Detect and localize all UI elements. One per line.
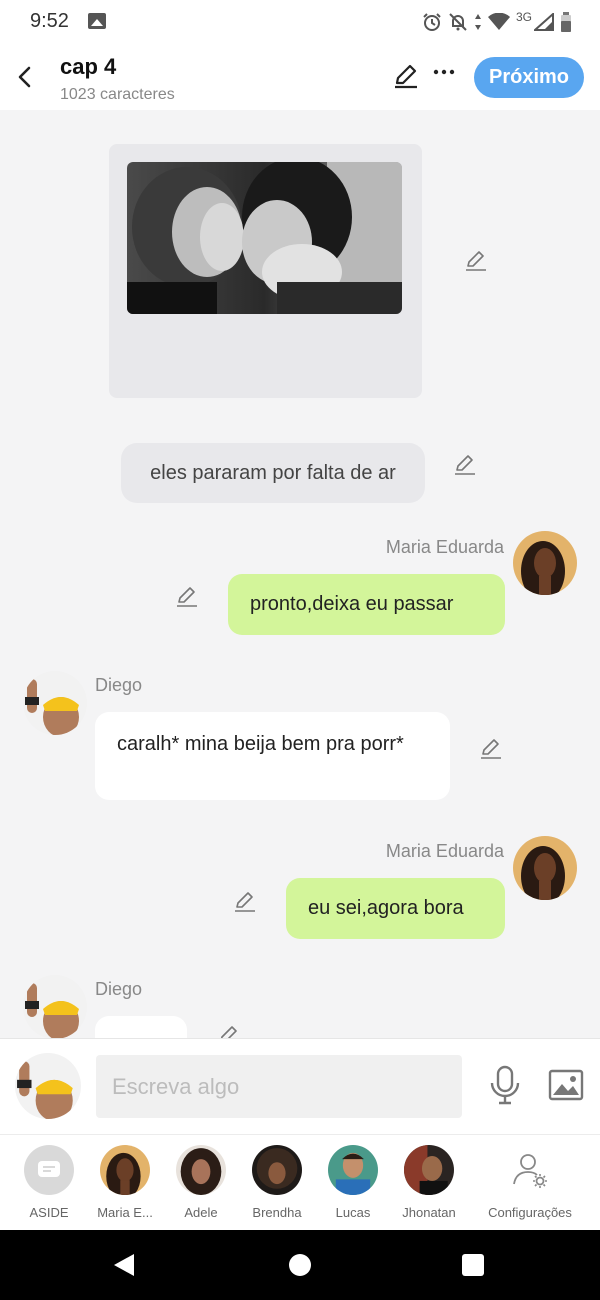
more-horizontal-icon xyxy=(433,69,455,75)
more-options-button[interactable] xyxy=(430,58,458,86)
system-navigation-bar xyxy=(0,1230,600,1300)
edit-title-button[interactable] xyxy=(392,62,420,95)
chat-area[interactable]: eles pararam por falta de ar Maria Eduar… xyxy=(0,110,600,1038)
character-label: Lucas xyxy=(335,1205,371,1220)
edit-message-icon[interactable] xyxy=(232,888,258,914)
edit-message-icon[interactable] xyxy=(216,1022,242,1038)
message-input[interactable] xyxy=(96,1055,462,1118)
character-label: Configurações xyxy=(488,1205,572,1220)
kiss-photo[interactable] xyxy=(127,162,402,314)
selected-character-avatar[interactable] xyxy=(15,1053,81,1119)
character-label: Jhonatan xyxy=(402,1205,456,1220)
character-label: Maria E... xyxy=(97,1205,153,1220)
nav-home-icon[interactable] xyxy=(289,1254,311,1276)
character-avatar xyxy=(100,1145,150,1195)
character-bar: ASIDE Maria E... Adele Brendha Lucas Jho… xyxy=(0,1134,600,1230)
edit-message-icon[interactable] xyxy=(452,451,478,477)
settings-button[interactable]: Configurações xyxy=(480,1145,580,1220)
voice-button[interactable] xyxy=(488,1065,522,1110)
sender-name: Maria Eduarda xyxy=(385,537,504,557)
signal-icon xyxy=(534,13,554,31)
message-composer xyxy=(0,1038,600,1134)
avatar-image xyxy=(252,1145,302,1195)
avatar-image xyxy=(100,1145,150,1195)
nav-recents-icon[interactable] xyxy=(462,1254,484,1276)
character-avatar xyxy=(176,1145,226,1195)
message-bubble[interactable]: caralh* mina beija bem pra porr* xyxy=(95,712,450,800)
wifi-icon xyxy=(487,13,510,30)
character-brendha[interactable]: Brendha xyxy=(239,1145,315,1220)
avatar-image xyxy=(15,1053,81,1119)
character-label: Adele xyxy=(184,1205,218,1220)
next-button[interactable]: Próximo xyxy=(474,57,584,98)
character-label: Brendha xyxy=(252,1205,302,1220)
avatar-image xyxy=(23,975,87,1038)
character-maria-eduarda[interactable]: Maria E... xyxy=(87,1145,163,1220)
battery-icon xyxy=(561,12,571,32)
gallery-icon xyxy=(548,1069,584,1101)
chapter-header: cap 4 1023 caracteres Próximo xyxy=(0,44,600,110)
image-button[interactable] xyxy=(548,1069,584,1108)
character-label: ASIDE xyxy=(29,1205,69,1220)
user-settings-icon xyxy=(513,1154,547,1188)
avatar-diego[interactable] xyxy=(23,671,87,735)
edit-message-icon[interactable] xyxy=(174,583,200,609)
status-time: 9:52 xyxy=(30,10,69,32)
avatar-maria-eduarda[interactable] xyxy=(513,836,577,900)
avatar-image xyxy=(513,531,577,595)
character-jhonatan[interactable]: Jhonatan xyxy=(391,1145,467,1220)
message-bubble[interactable]: eu sei,agora bora xyxy=(286,878,505,939)
alarm-icon xyxy=(423,13,441,31)
image-message[interactable] xyxy=(109,144,422,398)
sender-name: Diego xyxy=(95,979,143,999)
avatar-image xyxy=(328,1145,378,1195)
sender-name: Maria Eduarda xyxy=(385,841,504,861)
settings-avatar xyxy=(505,1145,555,1195)
edit-message-icon[interactable] xyxy=(463,247,489,273)
status-bar: 9:52 3G xyxy=(0,0,600,44)
message-bubble[interactable] xyxy=(95,1016,187,1038)
status-icons: 3G xyxy=(422,8,572,36)
pencil-icon xyxy=(395,64,417,89)
character-count: 1023 caracteres xyxy=(60,86,175,103)
photo-image xyxy=(127,162,402,314)
character-aside[interactable]: ASIDE xyxy=(11,1145,87,1220)
avatar-image xyxy=(404,1145,454,1195)
sender-name: Diego xyxy=(95,675,143,695)
character-lucas[interactable]: Lucas xyxy=(315,1145,391,1220)
avatar-diego[interactable] xyxy=(23,975,87,1038)
chat-bubble-icon xyxy=(38,1161,60,1177)
network-type: 3G xyxy=(515,10,532,24)
microphone-icon xyxy=(490,1065,520,1105)
character-avatar xyxy=(328,1145,378,1195)
avatar-image xyxy=(513,836,577,900)
avatar-image xyxy=(23,671,87,735)
narration-bubble[interactable]: eles pararam por falta de ar xyxy=(121,443,425,503)
nav-back-icon[interactable] xyxy=(112,1252,136,1278)
character-avatar xyxy=(252,1145,302,1195)
notifications-off-icon xyxy=(449,13,467,31)
character-avatar xyxy=(404,1145,454,1195)
message-bubble[interactable]: pronto,deixa eu passar xyxy=(228,574,505,635)
edit-message-icon[interactable] xyxy=(478,735,504,761)
avatar-image xyxy=(176,1145,226,1195)
chapter-title[interactable]: cap 4 xyxy=(60,54,116,80)
character-adele[interactable]: Adele xyxy=(163,1145,239,1220)
aside-avatar xyxy=(24,1145,74,1195)
image-notification-icon xyxy=(88,13,106,29)
chevron-left-icon xyxy=(18,66,31,88)
avatar-maria-eduarda[interactable] xyxy=(513,531,577,595)
data-arrows-icon xyxy=(474,14,481,30)
back-button[interactable] xyxy=(12,60,36,94)
